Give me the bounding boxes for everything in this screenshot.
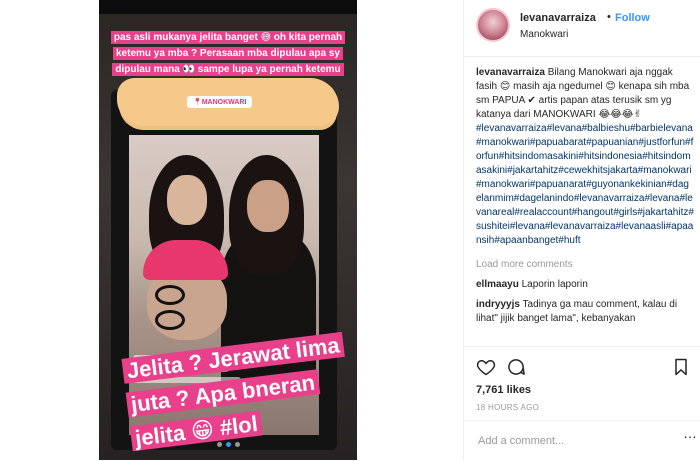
post-location[interactable]: Manokwari [520,29,568,40]
post-timestamp[interactable]: 18 HOURS AGO [476,403,539,412]
post-caption: levanavarraiza Bilang Manokwari aja ngga… [476,66,694,248]
avatar[interactable] [476,8,510,42]
post-media[interactable]: pas asli mukanya jelita banget 😅 oh kita… [0,0,463,460]
person-right-face [247,180,289,232]
load-more-comments[interactable]: Load more comments [476,258,694,272]
story-location-sticker: 📍MANOKWARI [187,96,253,108]
comment-text: Laporin laporin [521,279,588,290]
add-comment-bar [464,420,700,461]
glasses [155,285,219,330]
carousel-dot[interactable] [216,442,222,447]
person-left-face [167,175,207,225]
carousel-dot-active[interactable] [225,442,231,447]
comment-item: indryyyjs Tadinya ga mau comment, kalau … [476,298,694,326]
comment-item: ellmaayu Laporin laporin [476,278,694,292]
post-header: levanavarraiza • Follow Manokwari [464,0,700,57]
follow-button[interactable]: Follow [615,12,650,24]
post-sidebar: levanavarraiza • Follow Manokwari levana… [463,0,700,460]
comment-username[interactable]: indryyyjs [476,299,520,310]
author-username[interactable]: levanavarraiza [520,12,596,24]
carousel-dot[interactable] [234,442,240,447]
story-image: pas asli mukanya jelita banget 😅 oh kita… [99,0,357,460]
comment-bubble-icon[interactable] [506,357,526,377]
comment-username[interactable]: ellmaayu [476,279,519,290]
caption-hashtags[interactable]: #levanavarraiza#levana#balbieshu#barbiel… [476,122,694,248]
header-separator: • [607,11,611,23]
heart-icon[interactable] [476,357,496,377]
likes-count[interactable]: 7,761 likes [476,384,531,396]
bookmark-icon[interactable] [671,357,691,377]
comments-section[interactable]: levanavarraiza Bilang Manokwari aja ngga… [476,66,694,346]
comment-input[interactable] [476,431,680,451]
carousel-dots [99,434,357,452]
caption-username[interactable]: levanavarraiza [476,67,545,78]
story-top-bar [99,0,357,14]
more-options-icon[interactable]: … [683,425,697,441]
action-bar [464,346,700,387]
